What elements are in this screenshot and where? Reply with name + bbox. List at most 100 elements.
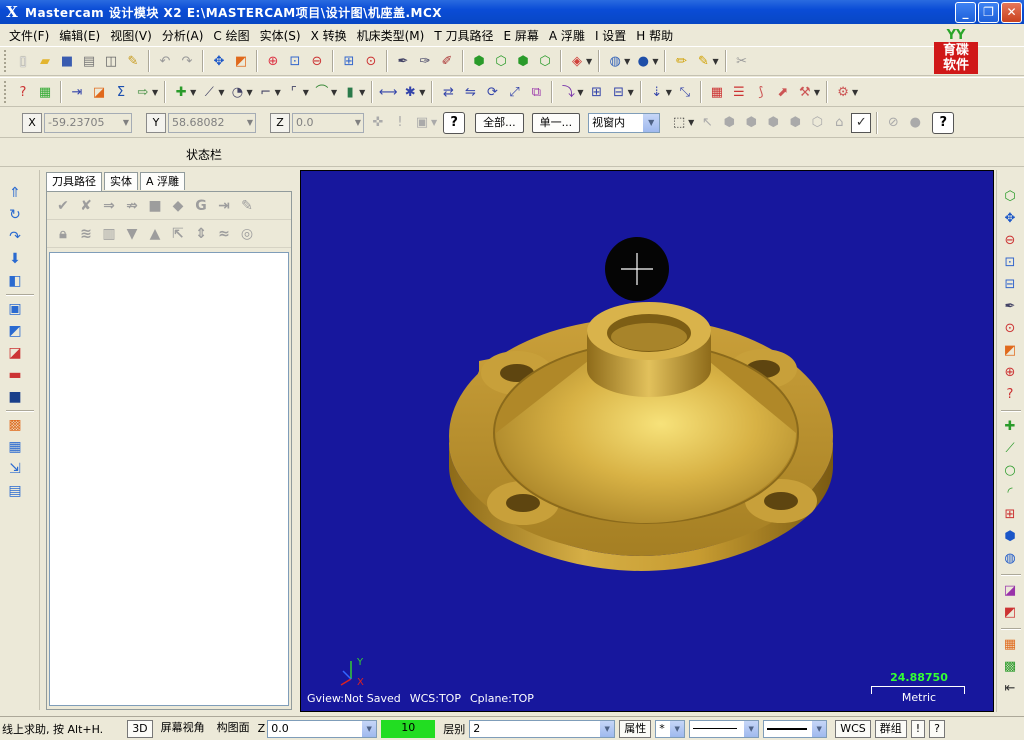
y-axis-button[interactable]: Y (146, 112, 166, 133)
menu-machine-type[interactable]: 机床类型(M) (352, 27, 430, 44)
top-view-icon[interactable]: ⬡ (491, 51, 511, 71)
new-file-icon[interactable]: ▯ (13, 51, 33, 71)
globe-icon[interactable]: ◍ (605, 51, 625, 71)
xform-scale-icon[interactable]: ⤢ (504, 82, 524, 102)
3d-button[interactable]: 3D (127, 719, 153, 738)
zoom-prev-icon[interactable]: ⊟ (1001, 276, 1019, 294)
grid-icon[interactable]: ⊞ (587, 82, 607, 102)
menu-settings[interactable]: I 设置 (590, 27, 631, 44)
measure-icon[interactable]: ✂ (732, 51, 752, 71)
menu-help[interactable]: H 帮助 (631, 27, 678, 44)
menu-toolpaths[interactable]: T 刀具路径 (429, 27, 498, 44)
lock-icon[interactable]: 🔒︎ (53, 226, 73, 242)
zoom-target-icon[interactable]: ⊞ (339, 51, 359, 71)
x-axis-button[interactable]: X (22, 112, 42, 133)
wcs-right-icon[interactable]: ⇤ (1001, 680, 1019, 698)
line-icon[interactable]: ⟋ (199, 82, 219, 102)
undo-icon[interactable]: ↶ (155, 51, 175, 71)
sweep-icon[interactable]: ↷ (6, 228, 24, 246)
globe-right-icon[interactable]: ◍ (1001, 550, 1019, 568)
level-field[interactable]: 2 ▼ (469, 719, 616, 738)
drill-icon[interactable]: ⇣ (647, 82, 667, 102)
xform-offset-icon[interactable]: ⧉ (526, 82, 546, 102)
move-icon[interactable]: ✥ (209, 51, 229, 71)
mastercam-app-icon[interactable]: X (3, 3, 21, 21)
color-fill-icon[interactable]: ◩ (1001, 604, 1019, 622)
zoom-window-right-icon[interactable]: ⊡ (1001, 254, 1019, 272)
rect-icon[interactable]: ⌜ (284, 82, 304, 102)
target-icon[interactable]: ⊕ (1001, 364, 1019, 382)
menu-edit[interactable]: 编辑(E) (54, 27, 105, 44)
xform-move-icon[interactable]: ⇄ (438, 82, 458, 102)
rect-right-icon[interactable]: ⊞ (1001, 506, 1019, 524)
grid-right-icon[interactable]: ▦ (1001, 636, 1019, 654)
question-button[interactable]: ? (929, 719, 946, 738)
boolean-add-icon[interactable]: ▩ (6, 416, 24, 434)
minimize-button[interactable]: _ (955, 2, 976, 23)
tab-art[interactable]: A 浮雕 (140, 172, 186, 190)
toolpath-icon[interactable]: ⤵ (558, 82, 578, 102)
point-icon[interactable]: ✚ (171, 82, 191, 102)
analyze-icon[interactable]: ? (13, 82, 33, 102)
circle-right-icon[interactable]: ○ (1001, 462, 1019, 480)
export-icon[interactable]: ⇨ (133, 82, 153, 102)
select-all-button[interactable]: 全部... (475, 112, 524, 133)
post-icon[interactable]: G (191, 198, 211, 214)
render-right-icon[interactable]: ◩ (1001, 342, 1019, 360)
verify-select-icon[interactable]: ✓ (851, 112, 872, 133)
attributes-button[interactable]: 属性 (619, 719, 652, 738)
zoom-window-icon[interactable]: ⊕ (263, 51, 283, 71)
list-icon[interactable]: ☰ (729, 82, 749, 102)
color-pick-icon[interactable]: ◪ (1001, 582, 1019, 600)
menu-file[interactable]: 文件(F) (4, 27, 54, 44)
zoom-icon[interactable]: ⊖ (1001, 232, 1019, 250)
render-icon[interactable]: ◩ (231, 51, 251, 71)
layers-right-icon[interactable]: ▩ (1001, 658, 1019, 676)
table-icon[interactable]: ▦ (707, 82, 727, 102)
color-icon[interactable]: ◪ (89, 82, 109, 102)
tab-solids[interactable]: 实体 (104, 172, 138, 190)
maximize-button[interactable]: ❐ (978, 2, 999, 23)
zoom-in-icon[interactable]: ⊙ (361, 51, 381, 71)
wcs-button[interactable]: WCS (835, 719, 871, 738)
pencil-multi-icon[interactable]: ✎ (693, 51, 713, 71)
select-single-button[interactable]: 单一... (531, 112, 581, 133)
trim-solid-icon[interactable]: ▬ (6, 366, 24, 384)
pen-erase-icon[interactable]: ✐ (437, 51, 457, 71)
tag-icon[interactable]: ⬈ (773, 82, 793, 102)
boolean-common-icon[interactable]: ⇲ (6, 460, 24, 478)
select-all-ops-icon[interactable]: ✔ (53, 198, 73, 214)
scroll-icon[interactable]: ⇕ (191, 226, 211, 242)
point-style-select[interactable]: * ▼ (655, 719, 686, 738)
move-down-icon[interactable]: ▼ (122, 226, 142, 242)
boolean-icon[interactable]: ■ (6, 388, 24, 406)
sigma-icon[interactable]: Σ (111, 82, 131, 102)
edit-icon[interactable]: ⤡ (675, 82, 695, 102)
brush-icon[interactable]: ✎ (123, 51, 143, 71)
bend-icon[interactable]: ⟆ (751, 82, 771, 102)
loft-icon[interactable]: ⬇ (6, 250, 24, 268)
surface-icon[interactable]: ▮ (340, 82, 360, 102)
machine-icon[interactable]: ⚙ (833, 82, 853, 102)
groups-button[interactable]: 群组 (874, 719, 907, 738)
revolve-icon[interactable]: ↻ (6, 206, 24, 224)
backplot-icon[interactable]: ■ (145, 198, 165, 214)
pen-edit-icon[interactable]: ✑ (415, 51, 435, 71)
menu-art[interactable]: A 浮雕 (544, 27, 590, 44)
xform-rotate-icon[interactable]: ⟳ (482, 82, 502, 102)
front-view-icon[interactable]: ⬢ (513, 51, 533, 71)
selection-help-button[interactable]: ? (932, 111, 955, 134)
view-iso-icon[interactable]: ⬡ (1001, 188, 1019, 206)
point-right-icon[interactable]: ✚ (1001, 418, 1019, 436)
menu-screen[interactable]: E 屏幕 (499, 27, 544, 44)
sphere-icon[interactable]: ● (633, 51, 653, 71)
shell-icon[interactable]: ◪ (6, 344, 24, 362)
trim-icon[interactable]: ⇥ (67, 82, 87, 102)
ops-help-icon[interactable]: ◎ (237, 226, 257, 242)
fillet-icon[interactable]: ⌐ (256, 82, 276, 102)
save-icon[interactable]: ■ (57, 51, 77, 71)
pen-right-icon[interactable]: ✒ (1001, 298, 1019, 316)
redo-icon[interactable]: ↷ (177, 51, 197, 71)
fillet-solid-icon[interactable]: ▣ (6, 300, 24, 318)
transform-icon[interactable]: ✱ (400, 82, 420, 102)
